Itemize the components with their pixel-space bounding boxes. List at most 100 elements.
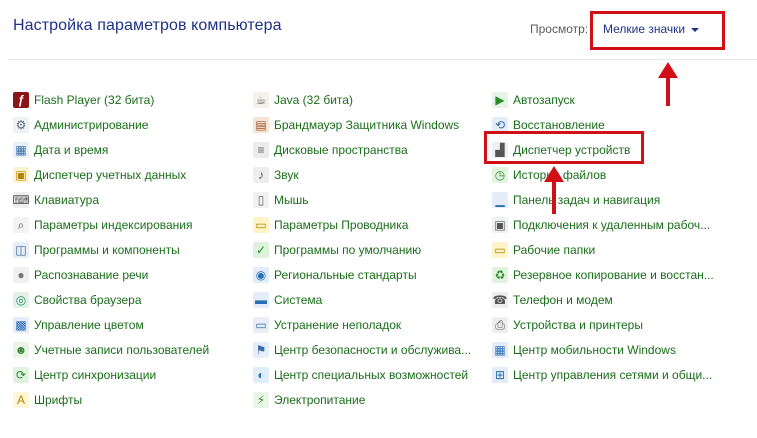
view-label: Просмотр: [530,22,589,36]
control-panel-item-label: Устройства и принтеры [513,317,643,332]
calendar-clock-icon: ▦ [13,141,29,158]
header-divider [8,59,757,60]
control-panel-item[interactable]: ▣ Диспетчер учетных данных [13,162,209,187]
control-panel-item-label: Центр управления сетями и общи... [513,367,713,382]
control-panel-item-label: Резервное копирование и восстан... [513,267,714,282]
control-panel-item[interactable]: ▭ Параметры Проводника [253,212,471,237]
control-panel-item[interactable]: ◉ Региональные стандарты [253,262,471,287]
control-panel-item[interactable]: ▦ Дата и время [13,137,209,162]
control-panel-item-label: Панель задач и навигация [513,192,661,207]
troubleshooting-icon: ▭ [253,316,269,333]
control-panel-item[interactable]: ⚡ Электропитание [253,387,471,412]
control-panel-item-label: Дата и время [34,142,109,157]
page-title: Настройка параметров компьютера [13,17,282,34]
control-panel-item[interactable]: ⎙ Устройства и принтеры [492,312,714,337]
control-panel-item-label: Свойства браузера [34,292,142,307]
security-flag-icon: ⚑ [253,341,269,358]
control-panel-item[interactable]: ▩ Управление цветом [13,312,209,337]
control-panel-item[interactable]: ⌨ Клавиатура [12,187,209,212]
fonts-icon: A [13,391,29,408]
control-panel-item-label: Телефон и модем [513,292,613,307]
control-panel-item-label: Учетные записи пользователей [34,342,210,357]
control-panel-item[interactable]: ✓ Программы по умолчанию [253,237,471,262]
control-panel-item[interactable]: ♻ Резервное копирование и восстан... [492,262,714,287]
control-panel-item[interactable]: ⚑ Центр безопасности и обслужива... [253,337,471,362]
mouse-icon: ▯ [253,191,269,208]
sync-icon: ⟳ [13,366,29,383]
system-icon: ▬ [253,291,269,308]
control-panel-item-label: Администрирование [34,117,149,132]
control-panel-item[interactable]: ▯ Мышь [253,187,471,212]
internet-options-icon: ◎ [13,291,29,308]
control-panel-item-label: Java (32 бита) [274,92,353,107]
control-panel-item[interactable]: ⊞ Центр управления сетями и общи... [492,362,714,387]
control-panel-item[interactable]: ◐ Центр специальных возможностей [253,362,471,387]
storage-spaces-icon: ≡ [253,141,269,158]
control-panel-item[interactable]: ◎ Свойства браузера [13,287,209,312]
control-panel-item[interactable]: ▦ Центр мобильности Windows [492,337,714,362]
region-icon: ◉ [253,266,269,283]
control-panel-item[interactable]: ▤ Брандмауэр Защитника Windows [253,112,471,137]
control-panel-item-label: Клавиатура [34,192,99,207]
control-panel-item[interactable]: ☎ Телефон и модем [492,287,714,312]
indexing-icon: ⌕ [13,216,29,233]
control-panel-item[interactable]: ◷ История файлов [492,162,714,187]
control-panel-item[interactable]: ▶ Автозапуск [492,87,714,112]
view-mode-highlight-box [590,11,725,50]
control-panel-item[interactable]: A Шрифты [13,387,209,412]
programs-icon: ◫ [13,241,29,258]
control-panel-item-label: Электропитание [274,392,366,407]
color-management-icon: ▩ [13,316,29,333]
control-panel-item[interactable]: ▁ Панель задач и навигация [492,187,714,212]
mobility-center-icon: ▦ [492,341,508,358]
control-panel-item[interactable]: ☕ Java (32 бита) [253,87,471,112]
control-panel-item-label: Дисковые пространства [274,142,408,157]
credential-vault-icon: ▣ [13,166,29,183]
control-panel-item-label: Мышь [274,192,309,207]
control-panel-item[interactable]: ▬ Система [253,287,471,312]
keyboard-icon: ⌨ [12,191,30,208]
phone-modem-icon: ☎ [492,291,508,308]
work-folders-icon: ▭ [492,241,508,258]
control-panel-item[interactable]: ⟳ Центр синхронизации [13,362,209,387]
control-panel-item[interactable]: ▭ Рабочие папки [492,237,714,262]
taskbar-icon: ▁ [492,191,508,208]
backup-icon: ♻ [492,266,508,283]
control-panel-item-label: Центр специальных возможностей [274,367,469,382]
control-panel-item[interactable]: ▣ Подключения к удаленным рабоч... [492,212,714,237]
remote-desktop-icon: ▣ [492,216,508,233]
file-history-icon: ◷ [492,166,508,183]
control-panel-item-label: Автозапуск [513,92,575,107]
control-panel-item-label: Брандмауэр Защитника Windows [274,117,460,132]
control-panel-item[interactable]: ♪ Звук [253,162,471,187]
autoplay-icon: ▶ [492,91,508,108]
control-panel-item[interactable]: ≡ Дисковые пространства [253,137,471,162]
control-panel-item[interactable]: ▭ Устранение неполадок [253,312,471,337]
control-panel-item[interactable]: ⌕ Параметры индексирования [13,212,209,237]
arrow-up-icon [544,166,564,214]
control-panel-item[interactable]: ƒ Flash Player (32 бита) [13,87,209,112]
control-panel-item[interactable]: ☻ Учетные записи пользователей [13,337,209,362]
control-panel-item-label: Устранение неполадок [274,317,402,332]
default-programs-icon: ✓ [253,241,269,258]
control-panel-item-label: Центр безопасности и обслужива... [274,342,472,357]
column-2: ☕ Java (32 бита) ▤ Брандмауэр Защитника Win… [253,87,471,412]
control-panel-item-label: Подключения к удаленным рабоч... [513,217,711,232]
control-panel-item-label: Восстановление [513,117,605,132]
control-panel-item-label: Центр мобильности Windows [513,342,676,357]
device-manager-highlight-box [484,131,644,164]
folder-options-icon: ▭ [253,216,269,233]
java-icon: ☕ [253,91,269,108]
control-panel-item-label: Система [274,292,323,307]
control-panel-item-label: Распознавание речи [34,267,149,282]
users-icon: ☻ [13,341,29,358]
speaker-icon: ♪ [253,166,269,183]
control-panel-item-label: Программы и компоненты [34,242,180,257]
control-panel-item-label: Управление цветом [34,317,144,332]
control-panel-item-label: Центр синхронизации [34,367,157,382]
control-panel-item[interactable]: ◫ Программы и компоненты [13,237,209,262]
flash-icon: ƒ [13,91,29,108]
control-panel-item-label: Параметры Проводника [274,217,409,232]
control-panel-item[interactable]: ⚙ Администрирование [13,112,209,137]
control-panel-item[interactable]: ● Распознавание речи [13,262,209,287]
